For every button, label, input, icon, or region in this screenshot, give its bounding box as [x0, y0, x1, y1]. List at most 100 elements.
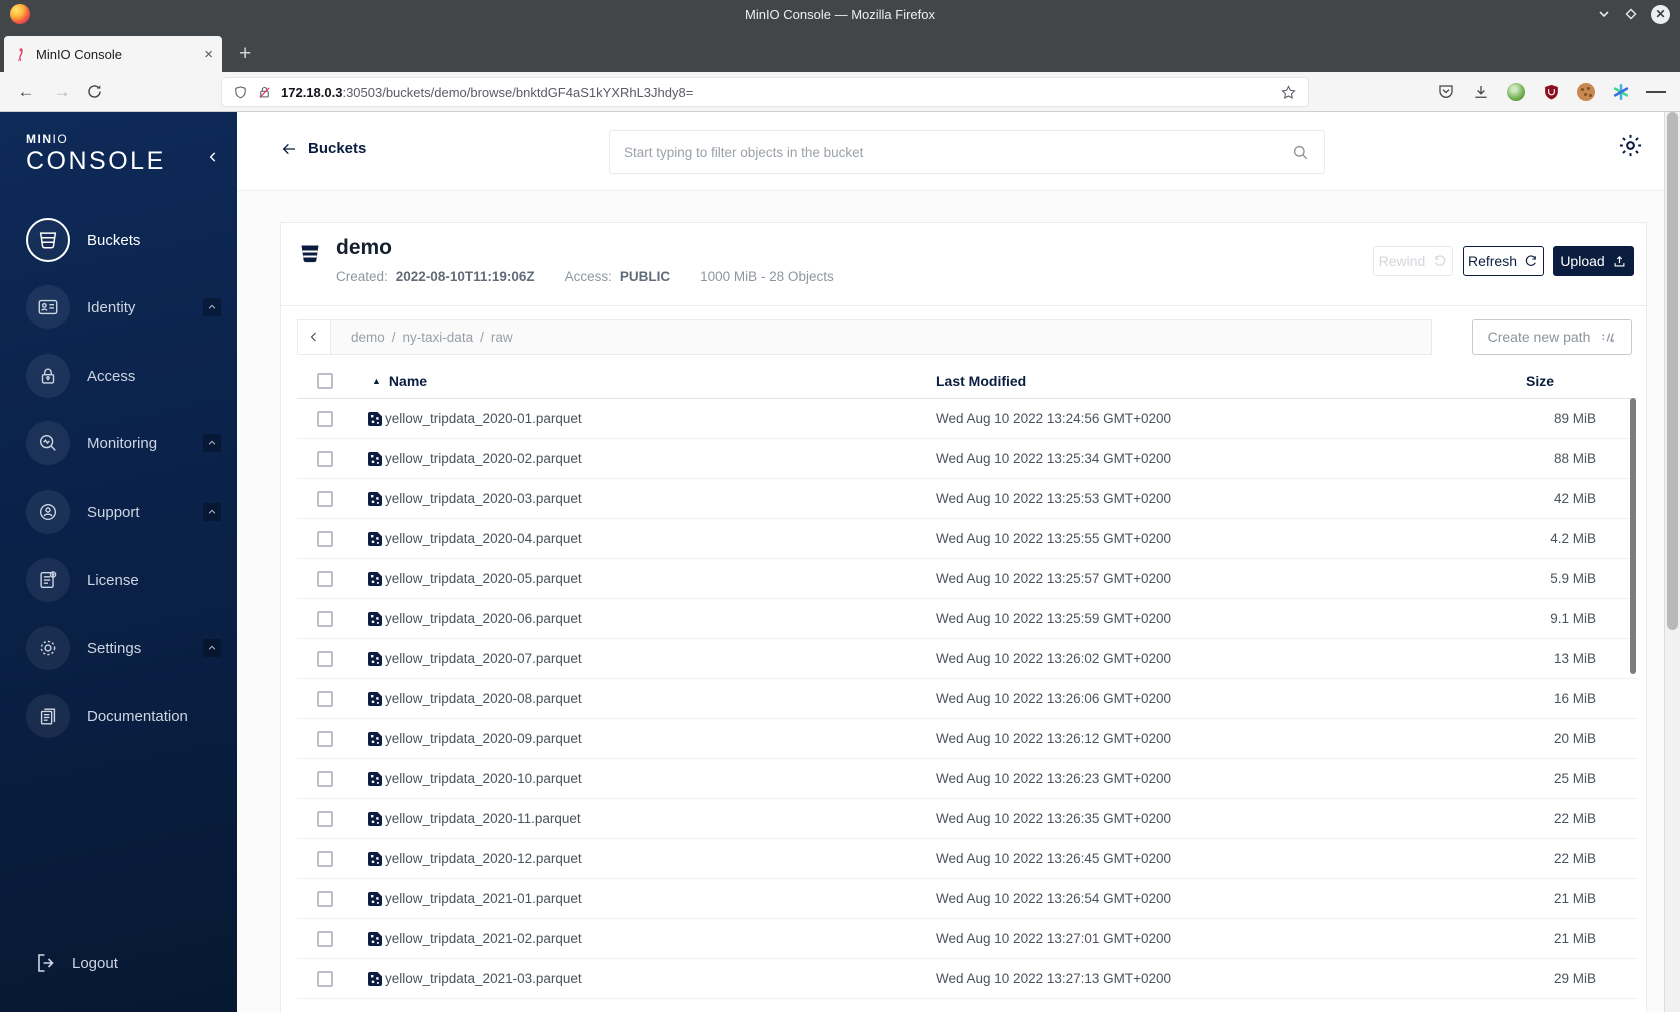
- row-checkbox[interactable]: [317, 650, 333, 667]
- object-name[interactable]: yellow_tripdata_2020-06.parquet: [383, 611, 936, 626]
- buckets-icon: [26, 218, 70, 262]
- sidebar-item-identity[interactable]: Identity: [26, 285, 237, 329]
- settings-gear-icon[interactable]: [1617, 132, 1644, 159]
- privacy-badger-icon[interactable]: [1506, 82, 1526, 102]
- breadcrumb-segment[interactable]: ny-taxi-data: [403, 330, 474, 345]
- table-row[interactable]: yellow_tripdata_2021-02.parquet Wed Aug …: [297, 919, 1638, 959]
- tab-close-icon[interactable]: ×: [204, 47, 213, 62]
- table-scrollbar-thumb[interactable]: [1630, 398, 1636, 674]
- row-checkbox[interactable]: [317, 970, 333, 987]
- page-scrollbar-thumb[interactable]: [1667, 112, 1678, 630]
- sort-asc-icon[interactable]: ▲: [372, 376, 381, 386]
- refresh-button[interactable]: Refresh: [1463, 246, 1544, 276]
- select-all-checkbox[interactable]: [317, 372, 333, 389]
- table-row[interactable]: yellow_tripdata_2020-02.parquet Wed Aug …: [297, 439, 1638, 479]
- chevron-up-icon[interactable]: [203, 434, 221, 452]
- row-checkbox[interactable]: [317, 410, 333, 427]
- breadcrumb-segment[interactable]: demo: [351, 330, 385, 345]
- column-header-size[interactable]: Size: [1476, 373, 1638, 389]
- table-row[interactable]: yellow_tripdata_2020-05.parquet Wed Aug …: [297, 559, 1638, 599]
- url-bar[interactable]: 172.18.0.3:30503/buckets/demo/browse/bnk…: [222, 78, 1308, 106]
- object-name[interactable]: yellow_tripdata_2021-01.parquet: [383, 891, 936, 906]
- insecure-lock-icon[interactable]: [257, 85, 272, 100]
- row-checkbox[interactable]: [317, 570, 333, 587]
- sidebar-item-settings[interactable]: Settings: [26, 626, 237, 670]
- sidebar-item-license[interactable]: License: [26, 558, 237, 602]
- object-name[interactable]: yellow_tripdata_2021-02.parquet: [383, 931, 936, 946]
- row-checkbox[interactable]: [317, 890, 333, 907]
- column-header-name[interactable]: Name: [389, 373, 427, 389]
- row-checkbox[interactable]: [317, 690, 333, 707]
- path-back-button[interactable]: [297, 319, 331, 355]
- object-last-modified: Wed Aug 10 2022 13:25:57 GMT+0200: [936, 571, 1172, 586]
- row-checkbox[interactable]: [317, 450, 333, 467]
- table-row[interactable]: yellow_tripdata_2020-07.parquet Wed Aug …: [297, 639, 1638, 679]
- menu-icon[interactable]: [1646, 82, 1667, 102]
- table-row[interactable]: yellow_tripdata_2020-06.parquet Wed Aug …: [297, 599, 1638, 639]
- reload-icon[interactable]: [86, 83, 110, 100]
- object-name[interactable]: yellow_tripdata_2020-07.parquet: [383, 651, 936, 666]
- object-name[interactable]: yellow_tripdata_2020-09.parquet: [383, 731, 936, 746]
- column-header-modified[interactable]: Last Modified: [936, 373, 1476, 389]
- sidebar-item-buckets[interactable]: Buckets: [26, 218, 237, 262]
- object-name[interactable]: yellow_tripdata_2020-11.parquet: [383, 811, 936, 826]
- row-checkbox[interactable]: [317, 770, 333, 787]
- table-row[interactable]: yellow_tripdata_2020-03.parquet Wed Aug …: [297, 479, 1638, 519]
- window-minimize-icon[interactable]: [1597, 7, 1611, 21]
- object-filter-input[interactable]: [624, 144, 1291, 160]
- chevron-up-icon[interactable]: [203, 639, 221, 657]
- containers-icon[interactable]: [1611, 82, 1631, 102]
- url-text[interactable]: 172.18.0.3:30503/buckets/demo/browse/bnk…: [281, 85, 1271, 100]
- back-icon[interactable]: ←: [14, 82, 38, 102]
- new-tab-button[interactable]: +: [239, 43, 251, 64]
- page-scrollbar[interactable]: [1664, 112, 1680, 1012]
- ublock-origin-icon[interactable]: [1541, 82, 1561, 102]
- browser-tab[interactable]: MinIO Console ×: [4, 36, 222, 72]
- create-new-path-button[interactable]: Create new path: [1472, 319, 1632, 355]
- table-row[interactable]: yellow_tripdata_2020-12.parquet Wed Aug …: [297, 839, 1638, 879]
- table-row[interactable]: yellow_tripdata_2020-10.parquet Wed Aug …: [297, 759, 1638, 799]
- row-checkbox[interactable]: [317, 810, 333, 827]
- row-checkbox[interactable]: [317, 490, 333, 507]
- bucket-card-header: demo Created: 2022-08-10T11:19:06Z Acces…: [281, 223, 1646, 306]
- cookie-icon[interactable]: [1576, 82, 1596, 102]
- object-name[interactable]: yellow_tripdata_2020-05.parquet: [383, 571, 936, 586]
- object-name[interactable]: yellow_tripdata_2020-01.parquet: [383, 411, 936, 426]
- row-checkbox[interactable]: [317, 730, 333, 747]
- object-name[interactable]: yellow_tripdata_2020-02.parquet: [383, 451, 936, 466]
- row-checkbox[interactable]: [317, 850, 333, 867]
- object-name[interactable]: yellow_tripdata_2021-03.parquet: [383, 971, 936, 986]
- download-icon[interactable]: [1471, 82, 1491, 102]
- sidebar-item-access[interactable]: Access: [26, 354, 237, 398]
- sidebar-item-logout[interactable]: Logout: [34, 941, 237, 985]
- back-to-buckets-button[interactable]: Buckets: [280, 140, 366, 157]
- object-name[interactable]: yellow_tripdata_2020-12.parquet: [383, 851, 936, 866]
- table-row[interactable]: yellow_tripdata_2021-01.parquet Wed Aug …: [297, 879, 1638, 919]
- table-row[interactable]: yellow_tripdata_2020-04.parquet Wed Aug …: [297, 519, 1638, 559]
- upload-button[interactable]: Upload: [1553, 246, 1634, 276]
- row-checkbox[interactable]: [317, 930, 333, 947]
- object-name[interactable]: yellow_tripdata_2020-03.parquet: [383, 491, 936, 506]
- row-checkbox[interactable]: [317, 530, 333, 547]
- chevron-up-icon[interactable]: [203, 298, 221, 316]
- sidebar-item-documentation[interactable]: Documentation: [26, 694, 237, 738]
- tracking-shield-icon[interactable]: [233, 85, 248, 100]
- bookmark-star-icon[interactable]: [1280, 84, 1297, 101]
- object-name[interactable]: yellow_tripdata_2020-08.parquet: [383, 691, 936, 706]
- window-maximize-icon[interactable]: [1624, 7, 1638, 21]
- breadcrumb-segment[interactable]: raw: [491, 330, 513, 345]
- chevron-up-icon[interactable]: [203, 503, 221, 521]
- table-row[interactable]: yellow_tripdata_2020-11.parquet Wed Aug …: [297, 799, 1638, 839]
- table-row[interactable]: yellow_tripdata_2020-01.parquet Wed Aug …: [297, 399, 1638, 439]
- object-name[interactable]: yellow_tripdata_2020-10.parquet: [383, 771, 936, 786]
- sidebar-item-monitoring[interactable]: Monitoring: [26, 421, 237, 465]
- row-checkbox[interactable]: [317, 610, 333, 627]
- table-row[interactable]: yellow_tripdata_2020-09.parquet Wed Aug …: [297, 719, 1638, 759]
- table-row[interactable]: yellow_tripdata_2020-08.parquet Wed Aug …: [297, 679, 1638, 719]
- table-row[interactable]: yellow_tripdata_2021-03.parquet Wed Aug …: [297, 959, 1638, 999]
- object-name[interactable]: yellow_tripdata_2020-04.parquet: [383, 531, 936, 546]
- pocket-icon[interactable]: [1436, 82, 1456, 102]
- window-close-icon[interactable]: ✕: [1651, 4, 1670, 24]
- sidebar-collapse-icon[interactable]: [206, 150, 220, 164]
- sidebar-item-support[interactable]: Support: [26, 490, 237, 534]
